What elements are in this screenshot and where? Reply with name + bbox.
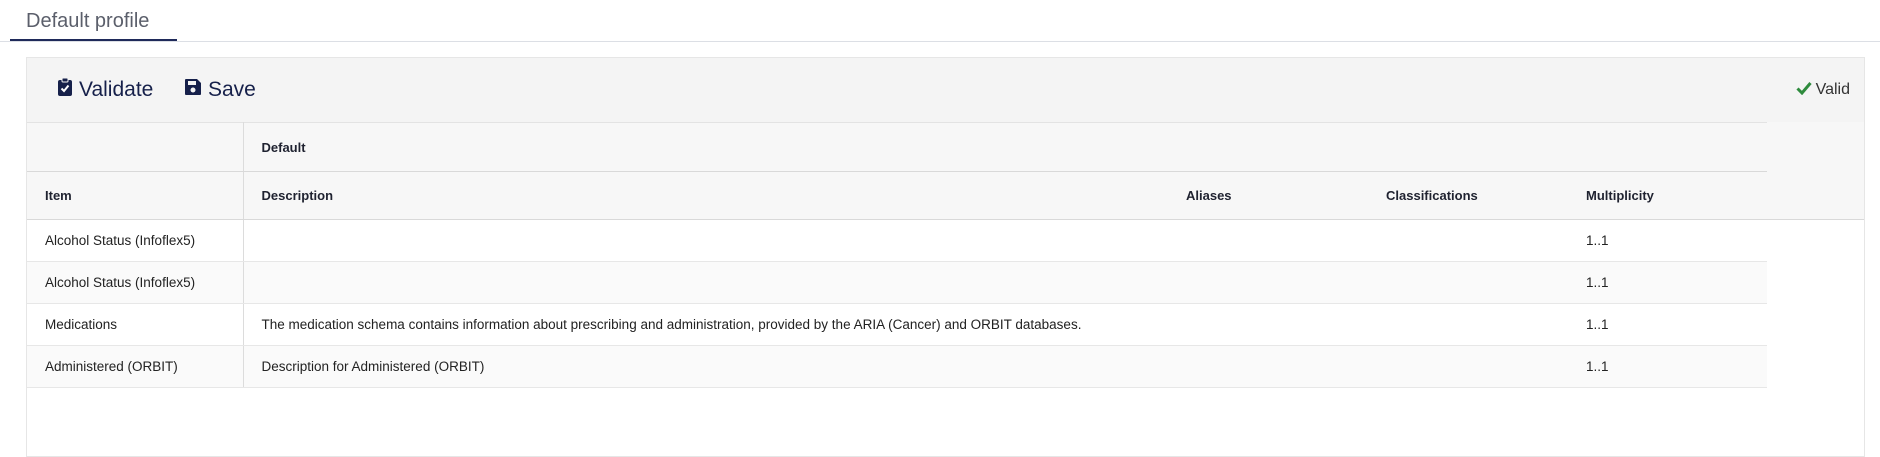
validate-label: Validate (79, 78, 154, 101)
cell-aliases (1168, 219, 1368, 262)
check-icon (1796, 81, 1816, 100)
cell-item: Alcohol Status (Infoflex5) (27, 219, 244, 262)
column-header-description[interactable]: Description (243, 171, 1168, 220)
cell-item: Medications (27, 303, 244, 346)
floppy-disk-icon (184, 78, 208, 102)
cell-multiplicity: 1..1 (1568, 261, 1767, 304)
profile-table: Default Item Description Aliases Classif… (27, 122, 1767, 388)
column-header-row: Item Description Aliases Classifications… (27, 171, 1767, 220)
cell-classifications (1368, 345, 1568, 388)
cell-aliases (1168, 303, 1368, 346)
cell-description (243, 219, 1168, 262)
toolbar: Validate Save Valid (27, 58, 1864, 122)
cell-classifications (1368, 261, 1568, 304)
tab-bar: Default profile (0, 0, 1880, 42)
cell-multiplicity: 1..1 (1568, 303, 1767, 346)
profile-panel: Validate Save Valid Default Item Descrip… (26, 57, 1865, 457)
clipboard-check-icon (57, 77, 79, 103)
table-row[interactable]: Administered (ORBIT) Description for Adm… (27, 345, 1767, 388)
table-row[interactable]: Alcohol Status (Infoflex5) 1..1 (27, 261, 1767, 304)
cell-item: Alcohol Status (Infoflex5) (27, 261, 244, 304)
cell-classifications (1368, 303, 1568, 346)
cell-aliases (1168, 261, 1368, 304)
tab-default-profile[interactable]: Default profile (10, 0, 177, 41)
group-header-default: Default (243, 122, 1767, 172)
group-header-empty (27, 122, 244, 172)
validate-button[interactable]: Validate (57, 58, 153, 122)
cell-item: Administered (ORBIT) (27, 345, 244, 388)
cell-multiplicity: 1..1 (1568, 219, 1767, 262)
save-label: Save (208, 78, 256, 101)
validation-status: Valid (1796, 58, 1850, 122)
group-header-row: Default (27, 122, 1767, 172)
cell-description (243, 261, 1168, 304)
save-button[interactable]: Save (184, 58, 256, 122)
cell-description: Description for Administered (ORBIT) (243, 345, 1168, 388)
column-header-aliases[interactable]: Aliases (1168, 171, 1368, 220)
cell-description: The medication schema contains informati… (243, 303, 1168, 346)
table-row[interactable]: Alcohol Status (Infoflex5) 1..1 (27, 219, 1767, 262)
validation-status-label: Valid (1815, 81, 1850, 98)
column-header-multiplicity[interactable]: Multiplicity (1568, 171, 1767, 220)
column-header-item[interactable]: Item (27, 171, 244, 220)
table-row[interactable]: Medications The medication schema contai… (27, 303, 1767, 346)
cell-multiplicity: 1..1 (1568, 345, 1767, 388)
header-filler (1767, 122, 1864, 220)
cell-aliases (1168, 345, 1368, 388)
column-header-classifications[interactable]: Classifications (1368, 171, 1568, 220)
cell-classifications (1368, 219, 1568, 262)
